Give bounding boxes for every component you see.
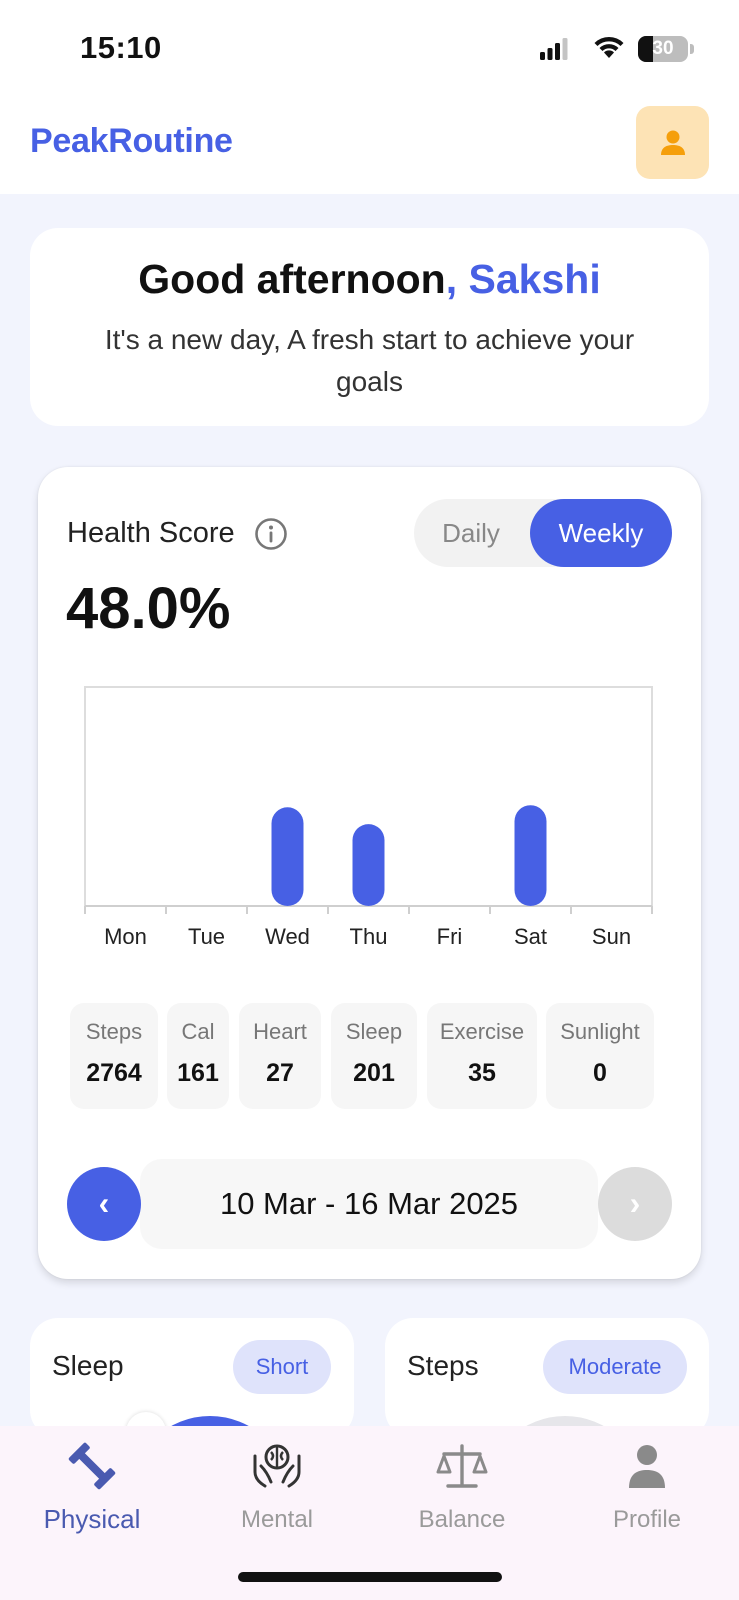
greeting-card: Good afternoon, Sakshi It's a new day, A…	[30, 228, 709, 426]
brain-hands-icon	[253, 1444, 301, 1488]
cellular-signal-icon	[540, 38, 568, 60]
week-navigation: 10 Mar - 16 Mar 2025 ‹ ›	[38, 1159, 701, 1249]
metric-tile-exercise: Exercise 35	[427, 1003, 537, 1109]
greeting-subtitle: It's a new day, A fresh start to achieve…	[104, 324, 635, 397]
metric-tile-steps: Steps 2764	[70, 1003, 158, 1109]
battery-icon: 30	[638, 36, 688, 62]
next-week-button[interactable]: ›	[598, 1167, 672, 1241]
chevron-right-icon: ›	[629, 1185, 641, 1221]
home-indicator	[238, 1572, 502, 1582]
metric-tile-cal: Cal 161	[167, 1003, 229, 1109]
dumbbell-icon	[68, 1442, 116, 1490]
app-title: PeakRoutine	[30, 122, 233, 160]
weekly-health-chart: Mon Tue Wed Thu Fri Sat Sun	[84, 686, 653, 947]
metrics-row: Steps 2764 Cal 161 Heart 27 Sleep 201 Exercise 35…	[38, 1003, 701, 1113]
greeting-title: Good afternoon, Sakshi	[30, 256, 709, 303]
tab-physical[interactable]: Physical	[0, 1426, 184, 1546]
x-tick-label: Mon	[104, 924, 147, 947]
tab-physical-label: Physical	[43, 1504, 141, 1534]
metric-label: Heart	[253, 1019, 307, 1044]
status-time: 15:10	[80, 30, 162, 65]
x-tick-label: Sat	[514, 924, 547, 947]
x-tick-label: Fri	[437, 924, 463, 947]
metric-value: 35	[468, 1059, 496, 1087]
tab-balance-label: Balance	[418, 1506, 506, 1533]
sleep-card[interactable]: Sleep Short	[30, 1318, 354, 1438]
sleep-card-title: Sleep	[52, 1350, 124, 1381]
metric-label: Exercise	[439, 1019, 525, 1044]
greeting-text: Good afternoon	[138, 256, 446, 302]
tab-balance[interactable]: Balance	[370, 1426, 554, 1546]
metric-value: 161	[177, 1059, 219, 1087]
greeting-name: , Sakshi	[445, 256, 601, 302]
tab-mental[interactable]: Mental	[185, 1426, 369, 1546]
app-header: PeakRoutine	[0, 96, 739, 194]
tab-profile-label: Profile	[612, 1506, 682, 1533]
metric-value: 2764	[86, 1059, 142, 1087]
metric-value: 0	[593, 1059, 607, 1087]
steps-card[interactable]: Steps Moderate	[385, 1318, 709, 1438]
metric-value: 201	[353, 1059, 395, 1087]
bar-wed[interactable]	[271, 807, 304, 906]
previous-week-button[interactable]: ‹	[67, 1167, 141, 1241]
x-tick-label: Sun	[592, 924, 631, 947]
person-icon	[660, 130, 685, 155]
x-tick-label: Wed	[265, 924, 310, 947]
status-bar: 15:10 30	[0, 0, 739, 96]
tab-profile[interactable]: Profile	[555, 1426, 739, 1546]
person-icon	[629, 1445, 665, 1488]
x-tick-label: Thu	[350, 924, 388, 947]
x-tick-label: Tue	[188, 924, 225, 947]
bar-thu[interactable]	[352, 824, 385, 906]
metric-label: Sleep	[345, 1019, 403, 1044]
bar-sat[interactable]	[514, 805, 547, 906]
metric-label: Cal	[181, 1019, 215, 1044]
wifi-icon	[594, 36, 624, 58]
health-score-card: Health Score Daily Weekly 48.0% Mon Tue We…	[38, 467, 701, 1279]
metric-tile-heart: Heart 27	[239, 1003, 321, 1109]
metric-value: 27	[266, 1059, 294, 1087]
scale-icon	[436, 1444, 488, 1488]
chevron-left-icon: ‹	[98, 1185, 110, 1221]
week-range: 10 Mar - 16 Mar 2025	[140, 1159, 598, 1249]
sleep-status-badge: Short	[233, 1340, 331, 1394]
battery-percent: 30	[652, 38, 674, 59]
tab-mental-label: Mental	[240, 1506, 314, 1533]
steps-card-title: Steps	[407, 1350, 479, 1381]
avatar-button[interactable]	[636, 106, 709, 179]
battery-nub	[690, 44, 694, 54]
metric-tile-sunlight: Sunlight 0	[546, 1003, 654, 1109]
metric-label: Sunlight	[560, 1019, 640, 1044]
steps-status-badge: Moderate	[543, 1340, 687, 1394]
metric-tile-sleep: Sleep 201	[331, 1003, 417, 1109]
metric-label: Steps	[85, 1019, 143, 1044]
